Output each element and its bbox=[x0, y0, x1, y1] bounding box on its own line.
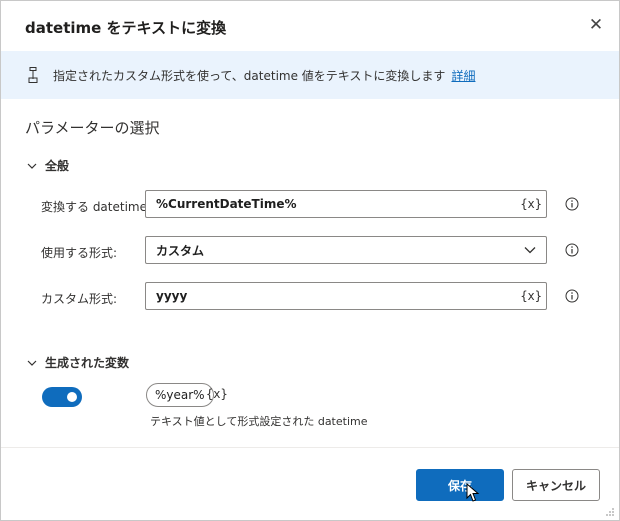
general-header-label: 全般 bbox=[45, 159, 70, 173]
save-button[interactable]: 保存 bbox=[416, 469, 504, 501]
format-dropdown[interactable]: カスタム bbox=[145, 236, 547, 264]
datetime-value: %CurrentDateTime% bbox=[156, 197, 297, 211]
generated-group-header[interactable]: 生成された変数 bbox=[27, 354, 129, 371]
dialog-title: datetime をテキストに変換 bbox=[25, 19, 227, 37]
info-banner: 指定されたカスタム形式を使って、datetime 値をテキストに変換します 詳細 bbox=[1, 51, 619, 99]
info-icon[interactable] bbox=[565, 197, 579, 211]
variable-picker-button[interactable]: {x} bbox=[520, 289, 542, 303]
chevron-down-icon bbox=[27, 163, 37, 169]
datetime-label: 変換する datetime: bbox=[41, 200, 152, 214]
variable-picker-button[interactable]: {x} bbox=[520, 197, 542, 211]
output-variable-name: %year% bbox=[155, 388, 205, 402]
convert-datetime-dialog: datetime をテキストに変換 ✕ 指定されたカスタム形式を使って、date… bbox=[0, 0, 620, 521]
format-label: 使用する形式: bbox=[41, 246, 118, 260]
footer-divider bbox=[1, 447, 619, 448]
variable-toggle[interactable] bbox=[42, 387, 82, 407]
action-icon bbox=[28, 67, 38, 83]
custom-format-input[interactable]: yyyy {x} bbox=[145, 282, 547, 310]
info-icon[interactable] bbox=[565, 289, 579, 303]
close-icon[interactable]: ✕ bbox=[586, 15, 606, 35]
details-link[interactable]: 詳細 bbox=[451, 67, 475, 84]
generated-header-label: 生成された変数 bbox=[45, 356, 130, 370]
resize-grip-icon[interactable] bbox=[605, 507, 615, 517]
cancel-button[interactable]: キャンセル bbox=[512, 469, 600, 501]
datetime-input[interactable]: %CurrentDateTime% {x} bbox=[145, 190, 547, 218]
general-group-header[interactable]: 全般 bbox=[27, 157, 69, 174]
section-title: パラメーターの選択 bbox=[25, 119, 160, 137]
custom-format-label: カスタム形式: bbox=[41, 292, 118, 306]
custom-format-value: yyyy bbox=[156, 289, 188, 303]
info-icon[interactable] bbox=[565, 243, 579, 257]
output-variable-chip[interactable]: %year% bbox=[146, 383, 214, 407]
chevron-down-icon bbox=[524, 247, 536, 254]
chevron-down-icon bbox=[27, 360, 37, 366]
variable-picker-button[interactable]: {x} bbox=[206, 387, 228, 401]
format-value: カスタム bbox=[156, 243, 205, 258]
variable-description: テキスト値として形式設定された datetime bbox=[150, 415, 368, 428]
mouse-cursor-icon bbox=[466, 483, 480, 502]
toggle-knob bbox=[67, 392, 77, 402]
info-text: 指定されたカスタム形式を使って、datetime 値をテキストに変換します bbox=[53, 68, 446, 83]
